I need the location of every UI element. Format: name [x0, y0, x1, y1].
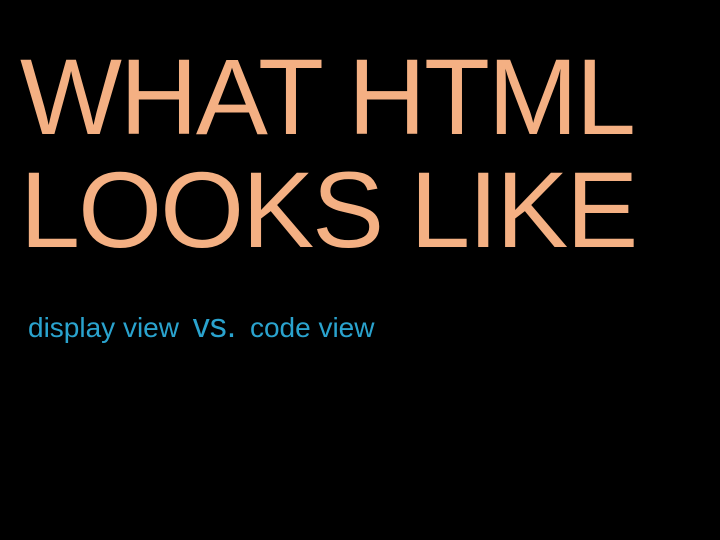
slide-title: WHAT HTML LOOKS LIKE [20, 40, 700, 267]
title-line-1: WHAT HTML [20, 36, 634, 157]
subtitle-left: display view [28, 312, 179, 343]
title-line-2: LOOKS LIKE [20, 149, 636, 270]
subtitle-vs: vs. [193, 307, 236, 345]
slide-subtitle: display view vs. code view [28, 307, 700, 346]
slide-container: WHAT HTML LOOKS LIKE display view vs. co… [0, 0, 720, 540]
subtitle-right: code view [250, 312, 375, 343]
